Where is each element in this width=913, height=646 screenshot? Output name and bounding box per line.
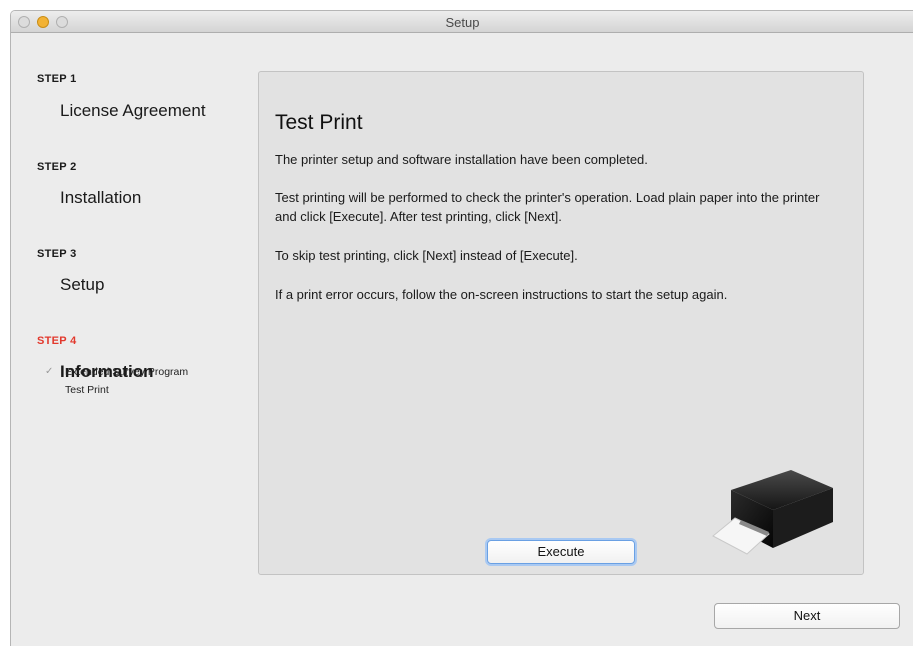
- substep-list: ✓ Extended Survey Program Test Print: [43, 363, 188, 399]
- content-panel: Test Print The printer setup and softwar…: [258, 71, 864, 575]
- step-3-label: STEP 3: [37, 248, 77, 260]
- step-2-label: STEP 2: [37, 161, 77, 173]
- step-2-name: Installation: [60, 188, 142, 207]
- panel-paragraph: Test printing will be performed to check…: [275, 190, 820, 224]
- panel-title: Test Print: [275, 111, 363, 134]
- panel-paragraph: The printer setup and software installat…: [275, 152, 648, 167]
- step-4-label: STEP 4: [37, 335, 77, 347]
- next-button[interactable]: Next: [714, 603, 900, 629]
- setup-window: Setup STEP 1 License Agreement STEP 2 In…: [10, 10, 913, 646]
- panel-paragraph: If a print error occurs, follow the on-s…: [275, 287, 728, 302]
- window-title: Setup: [445, 15, 480, 30]
- title-bar: Setup: [11, 11, 913, 33]
- step-1-label: STEP 1: [37, 73, 77, 85]
- step-1-name: License Agreement: [60, 101, 206, 120]
- substep-item: ✓ Extended Survey Program: [43, 363, 188, 381]
- substep-label: Extended Survey Program: [65, 366, 189, 378]
- printer-icon: [712, 470, 833, 555]
- checkmark-icon: ✓: [45, 366, 54, 377]
- execute-button[interactable]: Execute: [487, 540, 635, 564]
- step-3-name: Setup: [60, 275, 105, 294]
- panel-paragraph: To skip test printing, click [Next] inst…: [275, 248, 578, 263]
- substep-label: Test Print: [65, 384, 109, 396]
- substep-item: Test Print: [43, 381, 188, 399]
